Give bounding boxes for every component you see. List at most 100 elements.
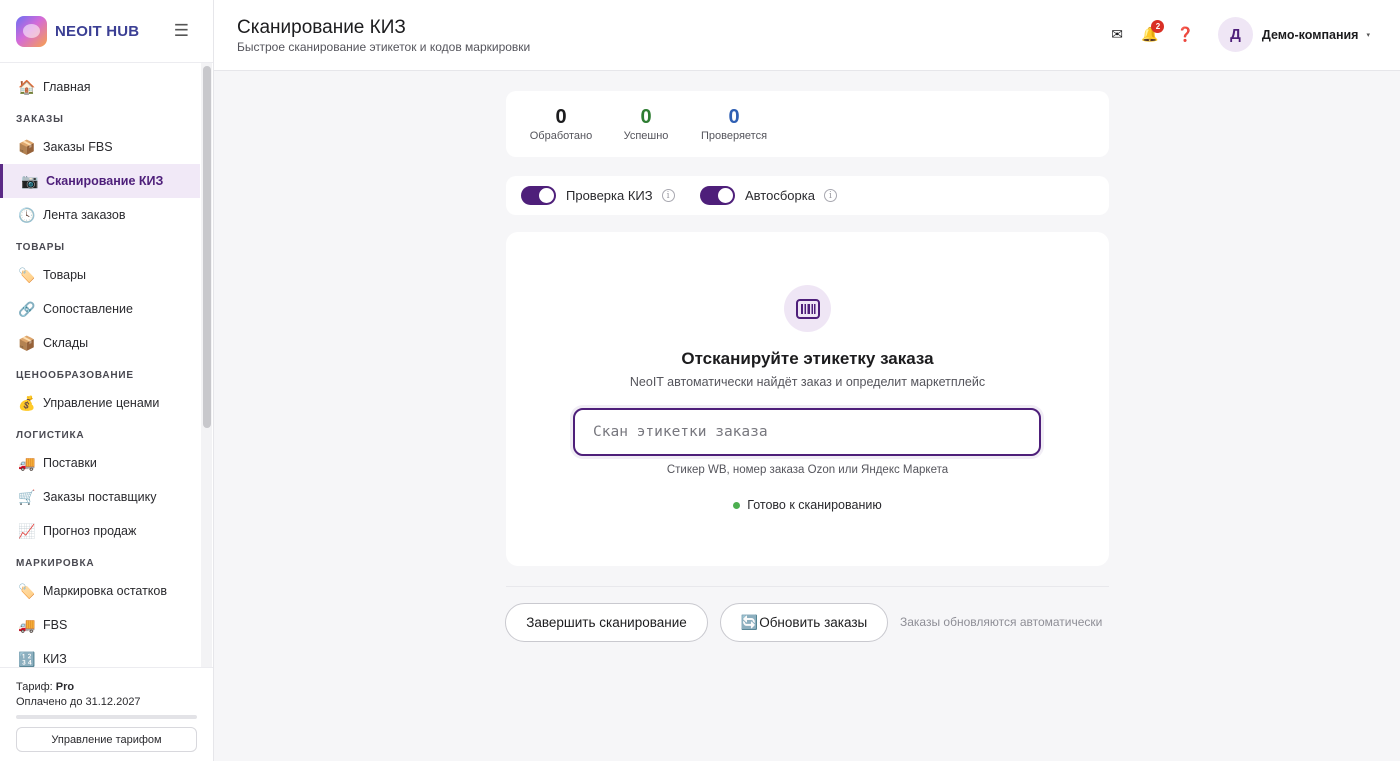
sidebar-item-label: Товары [43, 268, 86, 282]
sidebar: NEOIT HUB ☰ 🏠 Главная ЗАКАЗЫ 📦 Заказы FB… [0, 0, 214, 761]
sidebar-item-kiz[interactable]: 🔢 КИЗ [0, 642, 200, 667]
sidebar-item-fbs[interactable]: 🚚 FBS [0, 608, 200, 642]
stats-card: 0 Обработано 0 Успешно 0 Проверяется [506, 91, 1109, 157]
sidebar-item-order-feed[interactable]: 🕓 Лента заказов [0, 198, 200, 232]
scan-title: Отсканируйте этикетку заказа [681, 349, 934, 368]
menu-burger-icon[interactable]: ☰ [174, 21, 189, 41]
sidebar-scrollbar[interactable] [201, 63, 212, 667]
sidebar-item-label: КИЗ [43, 652, 67, 666]
truck-icon: 🚚 [18, 616, 36, 633]
sidebar-item-home[interactable]: 🏠 Главная [0, 70, 200, 104]
section-logistics: ЛОГИСТИКА [16, 429, 85, 441]
scan-input[interactable] [573, 408, 1041, 456]
refresh-orders-button[interactable]: 🔄 Обновить заказы [720, 603, 888, 642]
mail-icon[interactable]: ✉ [1111, 26, 1123, 43]
stat-success: 0 Успешно [618, 105, 674, 142]
sidebar-item-label: Маркировка остатков [43, 584, 168, 598]
sidebar-item-label: Лента заказов [43, 208, 126, 222]
actions-divider [506, 586, 1109, 587]
sidebar-item-label: Сопоставление [43, 302, 133, 316]
sidebar-item-label: Заказы FBS [43, 140, 113, 154]
tariff-panel: Тариф: Pro Оплачено до 31.12.2027 Управл… [0, 667, 213, 761]
sidebar-item-label: Сканирование КИЗ [46, 174, 164, 188]
sidebar-item-warehouses[interactable]: 📦 Склады [0, 326, 200, 360]
page-subtitle: Быстрое сканирование этикеток и кодов ма… [237, 40, 531, 54]
truck-icon: 🚚 [18, 454, 36, 471]
sidebar-item-stock-marking[interactable]: 🏷️ Маркировка остатков [0, 574, 200, 608]
notifications-bell-icon[interactable]: 🔔 2 [1141, 20, 1165, 43]
toggle-auto-assembly[interactable]: Автосборка i [700, 186, 837, 205]
toggles-bar: Проверка КИЗ i Автосборка i [506, 176, 1109, 215]
sidebar-item-label: Главная [43, 80, 91, 94]
barcode-icon [784, 285, 831, 332]
sidebar-item-sales-forecast[interactable]: 📈 Прогноз продаж [0, 514, 200, 548]
stat-success-label: Успешно [623, 130, 669, 142]
refresh-icon: 🔄 [740, 614, 759, 630]
chart-up-icon: 📈 [18, 522, 36, 539]
sidebar-item-label: Заказы поставщику [43, 490, 157, 504]
toggle-kiz-check[interactable]: Проверка КИЗ i [521, 186, 675, 205]
kiz-check-info-icon[interactable]: i [661, 189, 675, 202]
stat-processed: 0 Обработано [528, 105, 594, 142]
sidebar-item-supplier-orders[interactable]: 🛒 Заказы поставщику [0, 480, 200, 514]
stat-checking-label: Проверяется [700, 130, 768, 142]
sidebar-scrollbar-thumb[interactable] [203, 66, 211, 428]
tariff-plan: Тариф: Pro [16, 680, 197, 695]
user-name: Демо-компания [1261, 27, 1359, 42]
sidebar-item-label: Управление ценами [43, 396, 160, 410]
kiz-check-switch[interactable] [521, 186, 556, 205]
sidebar-item-fbs-orders[interactable]: 📦 Заказы FBS [0, 130, 200, 164]
sidebar-item-supplies[interactable]: 🚚 Поставки [0, 446, 200, 480]
cart-icon: 🛒 [18, 488, 36, 505]
page-title: Сканирование КИЗ [237, 17, 406, 38]
scan-status-text: Готово к сканированию [747, 498, 882, 512]
notifications-badge: 2 [1151, 20, 1165, 33]
tariff-paid-until: Оплачено до 31.12.2027 [16, 696, 141, 708]
avatar: Д [1217, 17, 1253, 52]
scan-status: Готово к сканированию [506, 498, 1109, 512]
auto-assembly-label: Автосборка [745, 188, 815, 203]
sidebar-item-label: Склады [43, 336, 89, 350]
stat-checking-value: 0 [728, 106, 740, 128]
scan-subtitle: NeoIT автоматически найдёт заказ и опред… [629, 375, 986, 389]
stat-success-value: 0 [640, 106, 652, 128]
sidebar-item-products[interactable]: 🏷️ Товары [0, 258, 200, 292]
scan-hint: Стикер WB, номер заказа Ozon или Яндекс … [666, 464, 949, 476]
stat-processed-value: 0 [555, 106, 567, 128]
sidebar-item-price-management[interactable]: 💰 Управление ценами [0, 386, 200, 420]
auto-assembly-switch[interactable] [700, 186, 735, 205]
section-marking: МАРКИРОВКА [16, 557, 95, 569]
link-icon: 🔗 [18, 300, 36, 317]
user-menu[interactable]: Д Демо-компания ▾ [1217, 17, 1370, 52]
tariff-plan-name: Pro [55, 681, 75, 693]
chevron-down-icon: ▾ [1366, 31, 1370, 39]
tag-icon: 🏷️ [18, 582, 36, 599]
sidebar-item-label: Прогноз продаж [43, 524, 137, 538]
sidebar-nav: 🏠 Главная ЗАКАЗЫ 📦 Заказы FBS 📷 Сканиров… [0, 63, 200, 667]
numbers-icon: 🔢 [18, 650, 36, 667]
stat-checking: 0 Проверяется [698, 105, 770, 142]
section-goods: ТОВАРЫ [16, 241, 65, 253]
package-icon: 📦 [18, 138, 36, 155]
header-actions: ✉ 🔔 2 ❓ Д Демо-компания ▾ [1093, 17, 1370, 52]
money-bag-icon: 💰 [18, 394, 36, 411]
auto-assembly-info-icon[interactable]: i [823, 189, 837, 202]
sidebar-item-kiz-scan[interactable]: 📷 Сканирование КИЗ [0, 164, 200, 198]
app-name: NEOIT HUB [55, 22, 140, 40]
kiz-check-label: Проверка КИЗ [566, 188, 653, 203]
refresh-orders-label: Обновить заказы [759, 615, 868, 630]
help-question-icon[interactable]: ❓ [1176, 26, 1193, 43]
package-icon: 📦 [18, 334, 36, 351]
tariff-label: Тариф: [16, 681, 53, 693]
home-icon: 🏠 [18, 78, 36, 95]
stat-processed-label: Обработано [529, 130, 593, 142]
tag-icon: 🏷️ [18, 266, 36, 283]
section-pricing: ЦЕНООБРАЗОВАНИЕ [16, 369, 134, 381]
sidebar-item-matching[interactable]: 🔗 Сопоставление [0, 292, 200, 326]
section-orders: ЗАКАЗЫ [16, 113, 64, 125]
app-logo-icon[interactable] [16, 15, 47, 47]
camera-icon: 📷 [21, 172, 39, 189]
finish-scanning-button[interactable]: Завершить сканирование [505, 603, 708, 642]
manage-tariff-button[interactable]: Управление тарифом [16, 727, 197, 752]
auto-refresh-note: Заказы обновляются автоматически [900, 615, 1103, 629]
